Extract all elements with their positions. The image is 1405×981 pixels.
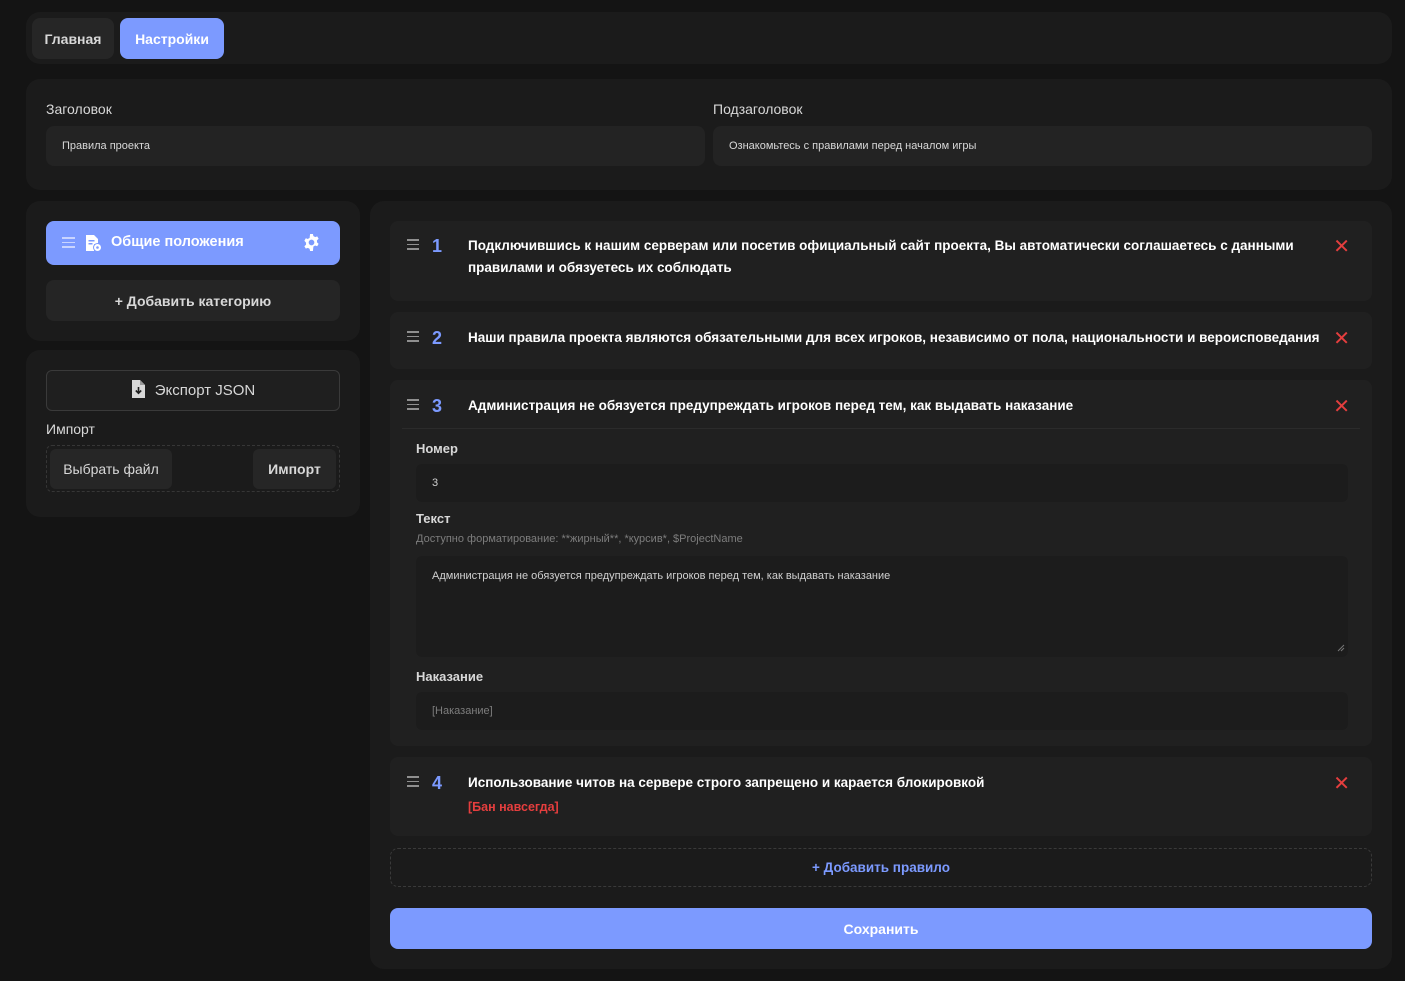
category-label: Общие положения	[111, 234, 244, 250]
close-icon[interactable]: ✕	[1333, 774, 1350, 794]
tab-settings[interactable]: Настройки	[120, 18, 224, 59]
import-label: Импорт	[46, 421, 95, 437]
punishment-badge: [Бан навсегда]	[468, 800, 559, 814]
format-hint: Доступно форматирование: **жирный**, *ку…	[416, 533, 743, 545]
file-input[interactable]: Выбрать файл Импорт	[46, 445, 340, 492]
header-settings: Заголовок Правила проекта Подзаголовок О…	[26, 79, 1392, 190]
rule-item[interactable]: 4 Использование читов на сервере строго …	[390, 757, 1372, 836]
tab-home[interactable]: Главная	[32, 18, 114, 59]
import-export-panel: Экспорт JSON Импорт Выбрать файл Импорт	[26, 350, 360, 517]
rule-text: Администрация не обязуется предупреждать…	[468, 398, 1074, 413]
rule-text: Использование читов на сервере строго за…	[468, 775, 985, 790]
number-label: Номер	[416, 441, 458, 456]
add-category-button[interactable]: + Добавить категорию	[46, 280, 340, 321]
rule-number: 4	[432, 773, 443, 793]
import-button[interactable]: Импорт	[253, 449, 336, 489]
save-button[interactable]: Сохранить	[390, 908, 1372, 949]
number-input[interactable]: 3	[416, 464, 1348, 502]
text-area[interactable]: Администрация не обязуется предупреждать…	[416, 556, 1348, 657]
category-item-general[interactable]: Общие положения	[46, 221, 340, 265]
title-label: Заголовок	[46, 101, 112, 117]
rule-item[interactable]: 1 Подключившись к нашим серверам или пос…	[390, 221, 1372, 301]
rule-text: Подключившись к нашим серверам или посет…	[468, 238, 1294, 275]
rule-item-expanded[interactable]: 3 Администрация не обязуется предупрежда…	[390, 380, 1372, 746]
text-area-value: Администрация не обязуется предупреждать…	[432, 570, 891, 582]
rule-number: 3	[432, 396, 443, 416]
rule-number: 2	[432, 328, 443, 348]
add-rule-button[interactable]: + Добавить правило	[390, 848, 1372, 887]
document-settings-icon	[84, 234, 102, 257]
export-label: Экспорт JSON	[154, 382, 256, 399]
rule-number: 1	[432, 236, 443, 256]
drag-handle-icon[interactable]	[62, 237, 75, 248]
choose-file-button[interactable]: Выбрать файл	[50, 449, 172, 489]
punishment-label: Наказание	[416, 669, 484, 684]
close-icon[interactable]: ✕	[1333, 237, 1350, 257]
tab-bar: Главная Настройки	[26, 12, 1392, 64]
close-icon[interactable]: ✕	[1333, 397, 1350, 417]
drag-handle-icon[interactable]	[407, 239, 419, 253]
export-json-button[interactable]: Экспорт JSON	[46, 370, 340, 411]
drag-handle-icon[interactable]	[407, 776, 419, 790]
subtitle-label: Подзаголовок	[713, 101, 803, 117]
file-download-icon	[131, 379, 145, 402]
rule-text: Наши правила проекта являются обязательн…	[468, 330, 1320, 345]
rule-item[interactable]: 2 Наши правила проекта являются обязател…	[390, 312, 1372, 369]
close-icon[interactable]: ✕	[1333, 329, 1350, 349]
rules-panel: 1 Подключившись к нашим серверам или пос…	[370, 201, 1392, 969]
drag-handle-icon[interactable]	[407, 331, 419, 345]
text-label: Текст	[416, 511, 451, 526]
gear-icon[interactable]	[302, 233, 321, 257]
punishment-input[interactable]: [Наказание]	[416, 692, 1348, 730]
drag-handle-icon[interactable]	[407, 399, 419, 413]
categories-panel: Общие положения + Добавить категорию	[26, 201, 360, 341]
divider	[402, 428, 1360, 429]
resize-handle-icon[interactable]	[1337, 643, 1345, 655]
subtitle-input[interactable]: Ознакомьтесь с правилами перед началом и…	[713, 126, 1372, 166]
title-input[interactable]: Правила проекта	[46, 126, 705, 166]
